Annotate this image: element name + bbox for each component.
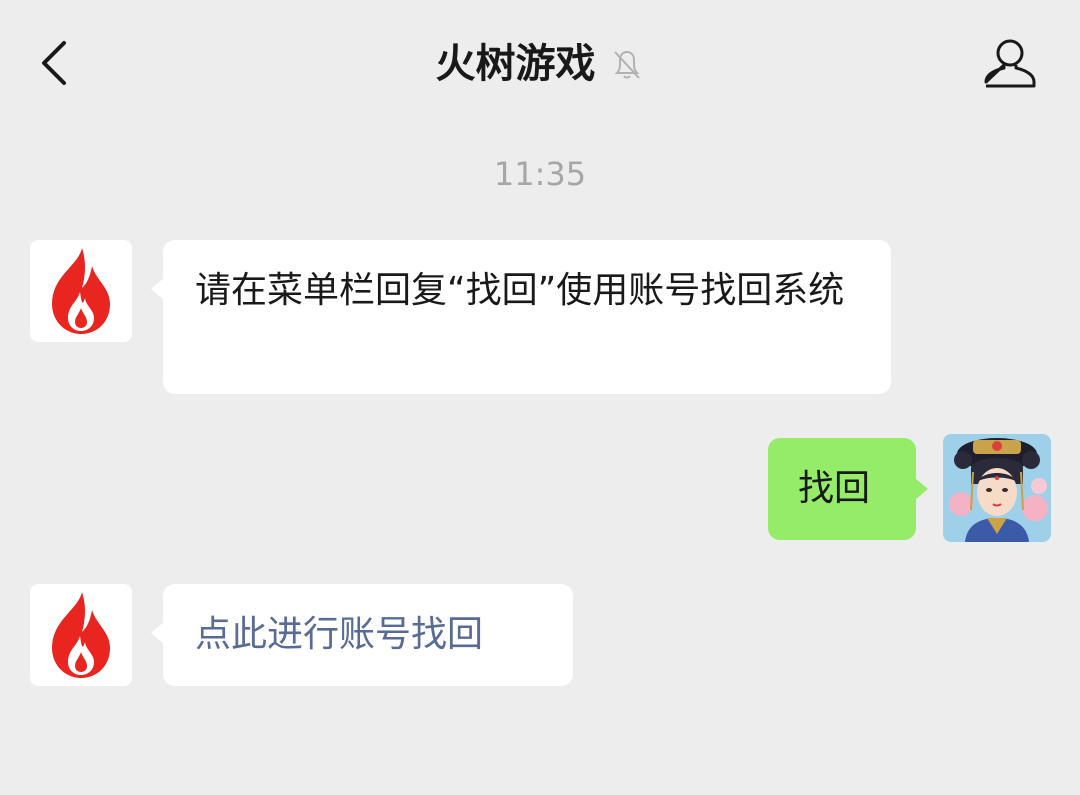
chat-info-button[interactable] xyxy=(980,34,1040,94)
person-icon xyxy=(984,39,1036,88)
message-text: 请在菜单栏回复“找回”使用账号找回系统 xyxy=(195,270,845,311)
bell-off-icon xyxy=(613,50,640,79)
official-account-avatar[interactable] xyxy=(30,584,132,686)
title-area: 火树游戏 xyxy=(0,36,1080,92)
bubble-tail xyxy=(151,622,164,644)
chat-title: 火树游戏 xyxy=(435,41,596,87)
message-bubble-incoming[interactable]: 请在菜单栏回复“找回”使用账号找回系统 xyxy=(151,240,891,394)
message-bubble-outgoing[interactable]: 找回 xyxy=(768,438,928,540)
flame-logo-icon xyxy=(52,592,110,678)
bubble-tail xyxy=(151,278,164,300)
account-recovery-link[interactable]: 点此进行账号找回 xyxy=(195,614,483,655)
flame-logo-icon xyxy=(52,248,110,334)
nav-bar: 火树游戏 xyxy=(0,0,1080,130)
message-timestamp: 11:35 xyxy=(493,155,587,193)
message-text: 找回 xyxy=(798,468,871,509)
message-bubble-incoming[interactable]: 点此进行账号找回 xyxy=(151,584,573,686)
official-account-avatar[interactable] xyxy=(30,240,132,342)
bubble-tail xyxy=(915,478,928,500)
game-character-avatar-icon xyxy=(943,434,1051,542)
my-avatar[interactable] xyxy=(943,434,1051,542)
